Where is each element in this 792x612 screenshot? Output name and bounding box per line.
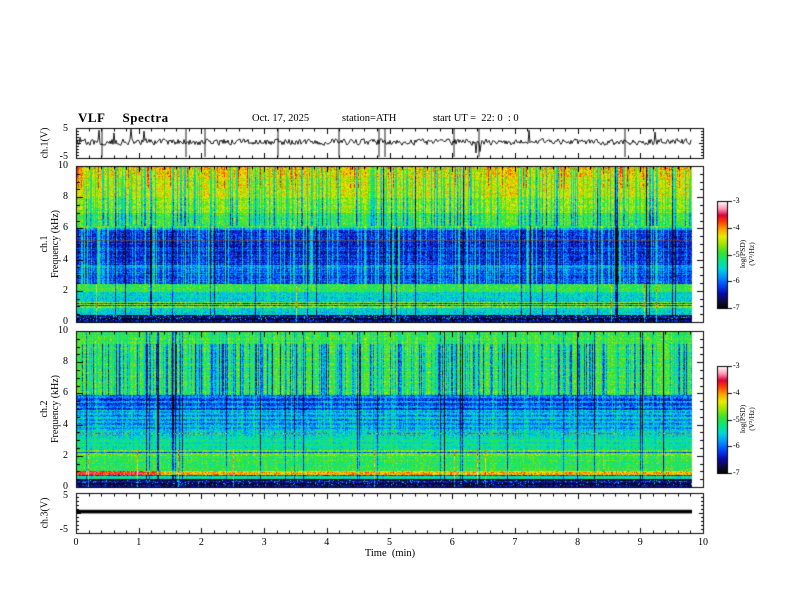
ch3-y-tick-label: 5	[63, 490, 68, 501]
ch2-frequency-unit-label: Frequency (kHz)	[50, 374, 61, 444]
colorbar1-tick-label: -3	[733, 196, 740, 205]
x-tick-label: 8	[575, 537, 581, 548]
ch1-label: ch.1	[39, 235, 50, 253]
x-tick-label: 3	[261, 537, 267, 548]
ch2-frequency-axis-label: ch.2 Frequency (kHz)	[39, 375, 61, 443]
spec2-y-tick-label: 8	[63, 356, 68, 368]
x-tick-label: 10	[698, 537, 708, 548]
ch3-y-tick-label: -5	[59, 524, 68, 535]
station-label: station=ATH	[342, 113, 397, 124]
colorbar2-tick-label: -4	[733, 387, 740, 397]
colorbar2-tick-label: -5	[733, 414, 740, 424]
wave-y-tick-label: 5	[63, 123, 68, 134]
spec1-y-tick-label: 6	[63, 222, 68, 234]
x-tick-label: 1	[136, 537, 142, 548]
spec1-y-tick-label: 10	[58, 160, 68, 171]
start-ut-label: start UT = 22: 0 : 0	[433, 113, 519, 124]
spec2-y-tick-label: 10	[58, 325, 68, 336]
vlf-spectra-plot: VLF Spectra Oct. 17, 2025 station=ATH st…	[0, 0, 792, 612]
colorbar2-tick-label: -3	[733, 361, 740, 370]
spec1-y-tick-label: 8	[63, 191, 68, 203]
spec2-y-tick-label: 2	[63, 449, 68, 461]
spec2-y-tick-label: 4	[63, 418, 68, 430]
colorbar1-tick-label: -4	[733, 222, 740, 232]
ch1-frequency-unit-label: Frequency (kHz)	[50, 209, 61, 279]
colorbar2-title: log(PSD)(V²/Hz)	[738, 404, 756, 434]
colorbar2-tick-label: -6	[733, 441, 740, 451]
date-label: Oct. 17, 2025	[252, 113, 310, 124]
ch1-frequency-axis-label: ch.1 Frequency (kHz)	[39, 210, 61, 278]
x-tick-label: 6	[449, 537, 455, 548]
page-title: VLF Spectra	[78, 110, 169, 125]
colorbar1-title: log(PSD)(V²/Hz)	[738, 239, 756, 269]
spec1-y-tick-label: 4	[63, 253, 68, 265]
x-tick-label: 5	[387, 537, 392, 548]
spectrogram-canvas	[0, 0, 792, 612]
x-axis-title: Time (min)	[364, 548, 416, 559]
spec2-y-tick-label: 6	[63, 387, 68, 399]
ch3-voltage-axis-label: ch.3(V)	[39, 497, 51, 529]
colorbar1-tick-label: -7	[733, 303, 740, 312]
colorbar1-tick-label: -6	[733, 276, 740, 286]
colorbar1-tick-label: -5	[733, 249, 740, 259]
x-tick-label: 2	[198, 537, 204, 548]
wave-y-tick-label: -5	[59, 151, 68, 162]
ch2-label: ch.2	[39, 400, 50, 418]
x-tick-label: 9	[637, 537, 643, 548]
spec1-y-tick-label: 2	[63, 284, 68, 296]
colorbar2-tick-label: -7	[733, 468, 740, 477]
x-tick-label: 7	[512, 537, 518, 548]
x-tick-label: 0	[73, 537, 79, 548]
x-tick-label: 4	[324, 537, 330, 548]
